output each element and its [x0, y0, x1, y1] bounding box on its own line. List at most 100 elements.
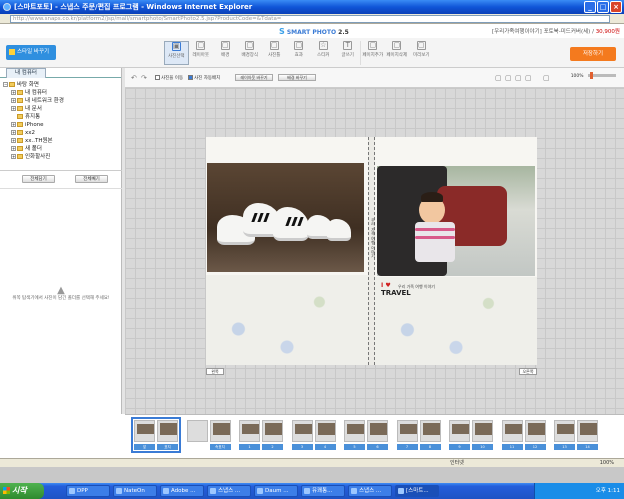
taskbar-item[interactable]: 유쾌통...	[301, 485, 345, 497]
expand-toggle-icon[interactable]: +	[11, 106, 16, 111]
folder-icon	[17, 130, 23, 135]
zoom-control[interactable]: 100%	[570, 72, 616, 79]
undo-icon[interactable]: ↶	[131, 74, 137, 82]
tool-group: ▣ 사진선택 ▢ 레이아웃 ▢ 배경 ▢ 배경장식 ▢ 사진틀 ▢ 효과 ☆ 스티커 T 글쓰기 ▢ 페이지추가 ▢…	[164, 41, 434, 65]
remove-all-button[interactable]: 전체빼기	[75, 175, 108, 183]
taskbar-item[interactable]: [스마트...	[395, 485, 439, 497]
tree-item[interactable]: + 내 문서	[3, 105, 121, 113]
thumbnail-page-number: 3	[291, 444, 313, 450]
tree-item[interactable]: + 새 폴더	[3, 145, 121, 153]
start-button[interactable]: 시작	[0, 483, 44, 499]
tool-icon: T	[343, 41, 353, 50]
window-title: [스마트포토] - 스냅스 주문/편집 프로그램 - Windows Inter…	[14, 3, 253, 11]
page-thumbnail[interactable]: 13 14	[554, 420, 598, 450]
taskbar-item[interactable]: Daum ...	[254, 485, 298, 497]
close-button[interactable]: ×	[610, 1, 622, 13]
zoom-value: 100%	[570, 74, 584, 79]
address-bar: http://www.snaps.co.kr/platform2/jsp/mal…	[0, 14, 624, 24]
page-thumbnail[interactable]: 78	[396, 420, 441, 450]
thumbnail-page-number: 5	[344, 444, 365, 450]
thumbnail-page-number: 9	[449, 444, 470, 450]
tool-label: 배경장식	[241, 53, 259, 58]
change-background-button[interactable]: 배경 바꾸기	[278, 74, 316, 81]
page-thumbnail[interactable]: 앞 표지	[131, 417, 181, 453]
tool-2[interactable]: ▢ 배경	[213, 41, 238, 65]
project-info: [우리가족여행이야기] 포토북-미드커버(세) / 30,900원	[492, 27, 620, 35]
photo-child[interactable]	[377, 166, 535, 276]
tool-label: 글쓰기	[341, 53, 354, 58]
save-button[interactable]: 저장하기	[570, 47, 616, 61]
tree-item[interactable]: + xx2	[3, 129, 121, 137]
thumbnail-page-number: 14	[577, 444, 598, 450]
expand-toggle-icon[interactable]: −	[3, 82, 8, 87]
expand-toggle-icon[interactable]: +	[11, 154, 16, 159]
expand-toggle-icon[interactable]: +	[11, 90, 16, 95]
taskbar-item[interactable]: DPP	[66, 485, 110, 497]
expand-toggle-icon[interactable]: +	[11, 98, 16, 103]
page-icon[interactable]: ▢	[495, 74, 502, 82]
photo-shoes[interactable]	[207, 163, 364, 272]
tree-item-label: 내 문서	[25, 106, 42, 112]
expand-toggle-icon[interactable]: +	[11, 122, 16, 127]
tool-4[interactable]: ▢ 사진틀	[262, 41, 287, 65]
tool-icon: ▢	[245, 41, 255, 50]
tool-label: 사진선택	[167, 54, 185, 59]
app-logo: S SMART PHOTO 2.5	[279, 27, 349, 36]
tool-5[interactable]: ▢ 효과	[287, 41, 312, 65]
page-thumbnail[interactable]: 34	[291, 420, 336, 450]
zoom-icon[interactable]: ▢	[543, 74, 550, 82]
tool-label: 배경	[221, 53, 230, 58]
tab-my-computer[interactable]: 내 컴퓨터	[6, 68, 46, 78]
redo-icon[interactable]: ↷	[141, 74, 147, 82]
auto-place-checkbox[interactable]: 사진 자동배치	[188, 75, 220, 81]
fit-icon[interactable]: ▢	[525, 74, 532, 82]
tool-0[interactable]: ▣ 사진선택	[164, 41, 189, 65]
tree-item[interactable]: + 내 네트워크 환경	[3, 97, 121, 105]
move-photo-checkbox[interactable]: 사진을 이동	[155, 75, 183, 81]
layers-icon[interactable]: ▢	[515, 74, 522, 82]
tree-item[interactable]: + 내 컴퓨터	[3, 89, 121, 97]
tree-item-label: xx2	[25, 130, 36, 136]
folder-icon	[17, 98, 23, 103]
tree-item[interactable]: 휴지통	[3, 113, 121, 121]
maximize-button[interactable]: □	[597, 1, 609, 13]
tool-3[interactable]: ▢ 배경장식	[238, 41, 263, 65]
change-layout-button[interactable]: 레이아웃 바꾸기	[235, 74, 273, 81]
tool-6[interactable]: ☆ 스티커	[311, 41, 336, 65]
tree-item[interactable]: − 바탕 화면	[3, 81, 121, 89]
tool-1[interactable]: ▢ 레이아웃	[189, 41, 214, 65]
taskbar-item[interactable]: NateOn	[113, 485, 157, 497]
url-field[interactable]: http://www.snaps.co.kr/platform2/jsp/mal…	[10, 15, 610, 23]
tree-item[interactable]: + iPhone	[3, 121, 121, 129]
change-style-button[interactable]: 스타일 바꾸기	[6, 45, 56, 60]
tree-item[interactable]: + xx..TH원본	[3, 137, 121, 145]
main-toolbar: 스타일 바꾸기 ▣ 사진선택 ▢ 레이아웃 ▢ 배경 ▢ 배경장식 ▢ 사진틀 ▢ 효과 ☆ 스티커 T 글쓰…	[0, 38, 624, 68]
tool-8[interactable]: ▢ 페이지추가	[360, 41, 385, 65]
tool-icon: ▢	[269, 41, 279, 50]
tree-item[interactable]: + 인화할사진	[3, 153, 121, 161]
taskbar-item[interactable]: 스냅스 ...	[207, 485, 251, 497]
tool-label: 미리보기	[412, 53, 430, 58]
expand-toggle-icon[interactable]: +	[11, 138, 16, 143]
copy-icon[interactable]: ▢	[505, 74, 512, 82]
expand-toggle-icon[interactable]: +	[11, 146, 16, 151]
taskbar-item[interactable]: 스냅스 ...	[348, 485, 392, 497]
minimize-button[interactable]: _	[584, 1, 596, 13]
expand-toggle-icon[interactable]: +	[11, 130, 16, 135]
tool-10[interactable]: ▢ 미리보기	[409, 41, 434, 65]
tool-9[interactable]: ▢ 페이지삭제	[385, 41, 410, 65]
app-header: S SMART PHOTO 2.5 [우리가족여행이야기] 포토북-미드커버(세…	[0, 24, 624, 38]
page-thumbnail[interactable]: 속표지	[186, 420, 231, 450]
add-all-button[interactable]: 전체담기	[22, 175, 55, 183]
page-thumbnail[interactable]: 12	[239, 420, 283, 450]
status-bar: 인터넷 100%	[0, 458, 624, 467]
status-zoom[interactable]: 100%	[600, 459, 614, 467]
window-titlebar: [스마트포토] - 스냅스 주문/편집 프로그램 - Windows Inter…	[0, 0, 624, 14]
folder-tree: − 바탕 화면 + 내 컴퓨터 + 내 네트워크 환경 + 내 문서 휴지통 + iPhone + xx…	[0, 78, 121, 161]
tool-7[interactable]: T 글쓰기	[336, 41, 361, 65]
page-thumbnail[interactable]: 11 12	[501, 420, 546, 450]
page-thumbnail[interactable]: 56	[344, 420, 388, 450]
taskbar-item[interactable]: Adobe ...	[160, 485, 204, 497]
page-thumbnail[interactable]: 9 10	[449, 420, 493, 450]
thumbnail-page-number: 12	[524, 444, 546, 450]
